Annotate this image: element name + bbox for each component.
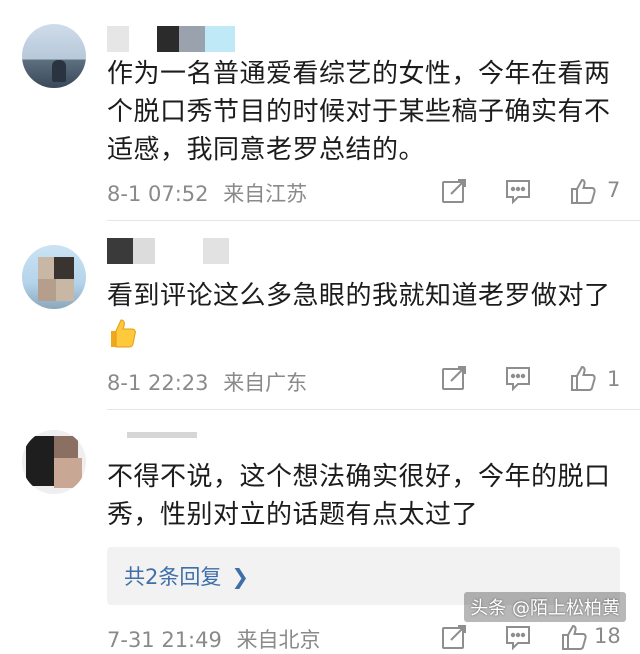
comment-item: 作为一名普通爱看综艺的女性，今年在看两个脱口秀节目的时候对于某些稿子确实有不适感… [0,0,640,220]
avatar[interactable] [22,430,86,494]
avatar[interactable] [22,245,86,309]
comment-location: 来自广东 [223,371,308,395]
comment-meta: 8-1 22:23 来自广东 [107,367,307,397]
thumbs-up-icon[interactable] [569,177,597,205]
share-edit-icon[interactable] [440,177,468,205]
source-watermark: 头条 @陌上松柏黄 [464,592,626,622]
comment-time: 8-1 07:52 [107,182,209,206]
comment-time: 7-31 21:49 [107,628,222,652]
chevron-right-icon: ❯ [231,565,249,589]
comment-time: 8-1 22:23 [107,371,209,395]
reply-count-label: 共2条回复 ❯ [124,565,249,589]
comment-meta: 8-1 07:52 来自江苏 [107,178,307,208]
like-count: 7 [607,178,621,202]
like-count: 18 [594,624,621,648]
comment-meta: 7-31 21:49 来自北京 [107,624,321,654]
comment-text: 作为一名普通爱看综艺的女性，今年在看两个脱口秀节目的时候对于某些稿子确实有不适感… [107,59,611,165]
comment-text: 看到评论这么多急眼的我就知道老罗做对了 [107,281,611,311]
like-count: 1 [607,367,621,391]
comment-icon[interactable] [504,623,532,651]
thumbs-up-icon[interactable] [560,623,588,651]
comment-icon[interactable] [504,177,532,205]
comment-icon[interactable] [504,364,532,392]
share-edit-icon[interactable] [440,364,468,392]
avatar[interactable] [22,24,86,88]
username-redacted[interactable] [107,428,307,454]
comment-item: 看到评论这么多急眼的我就知道老罗做对了 8-1 22:23 来自广东 1 [0,221,640,410]
comment-location: 来自江苏 [223,182,308,206]
thumbs-up-emoji [107,317,137,349]
comment-location: 来自北京 [236,628,321,652]
share-edit-icon[interactable] [440,623,468,651]
comment-text: 不得不说，这个想法确实很好，今年的脱口秀，性别对立的话题有点太过了 [107,462,611,530]
username-redacted[interactable] [107,26,307,52]
thumbs-up-icon[interactable] [569,364,597,392]
username-redacted[interactable] [107,238,307,264]
